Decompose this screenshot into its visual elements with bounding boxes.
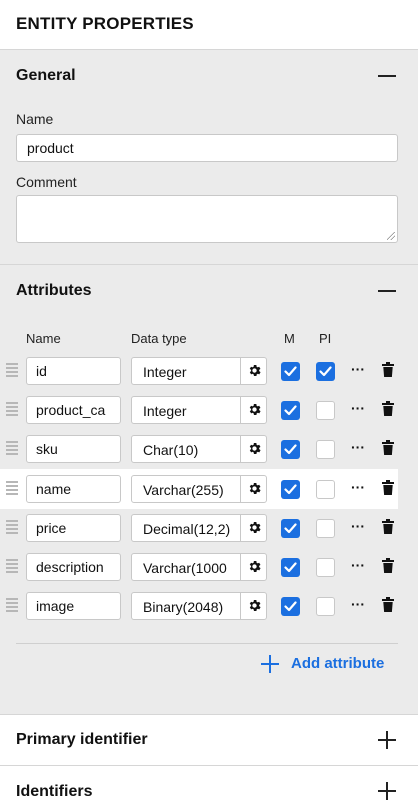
name-label: Name bbox=[16, 111, 54, 127]
more-options-icon[interactable]: ··· bbox=[350, 440, 366, 456]
more-options-icon[interactable]: ··· bbox=[350, 362, 366, 378]
delete-attribute-icon[interactable] bbox=[382, 479, 394, 500]
mandatory-checkbox[interactable] bbox=[281, 401, 300, 421]
delete-attribute-icon[interactable] bbox=[382, 401, 394, 421]
expand-primary-identifier-icon[interactable] bbox=[378, 731, 396, 749]
more-options-icon[interactable]: ··· bbox=[350, 597, 366, 613]
attribute-row: Varchar(1000 ··· bbox=[0, 547, 398, 587]
column-header-mandatory: M bbox=[284, 331, 295, 346]
section-divider bbox=[0, 765, 418, 766]
primary-identifier-checkbox[interactable] bbox=[316, 479, 335, 499]
delete-attribute-icon[interactable] bbox=[382, 362, 394, 382]
primary-identifier-checkbox[interactable] bbox=[316, 440, 335, 460]
resize-handle-icon[interactable] bbox=[387, 232, 395, 240]
primary-identifier-checkbox[interactable] bbox=[316, 597, 335, 617]
data-type-field[interactable]: Varchar(255) bbox=[131, 474, 267, 503]
data-type-field[interactable]: Decimal(12,2) bbox=[131, 513, 267, 542]
attribute-name-input[interactable] bbox=[26, 396, 121, 425]
data-type-settings-button[interactable] bbox=[240, 397, 267, 424]
attribute-row: Integer ··· bbox=[0, 390, 398, 430]
primary-identifier-checkbox[interactable] bbox=[316, 518, 335, 538]
data-type-value: Varchar(1000 bbox=[143, 560, 227, 576]
collapse-general-icon[interactable] bbox=[378, 75, 396, 77]
more-options-icon[interactable]: ··· bbox=[350, 480, 366, 496]
data-type-value: Char(10) bbox=[143, 442, 199, 459]
drag-handle-icon[interactable] bbox=[6, 363, 18, 379]
mandatory-checkbox[interactable] bbox=[281, 518, 300, 538]
data-type-field[interactable]: Char(10) bbox=[131, 435, 267, 464]
section-divider bbox=[0, 264, 418, 265]
attribute-name-input[interactable] bbox=[26, 513, 121, 542]
data-type-value: Integer bbox=[143, 403, 187, 420]
collapse-attributes-icon[interactable] bbox=[378, 290, 396, 292]
drag-handle-icon[interactable] bbox=[6, 480, 18, 497]
mandatory-checkbox[interactable] bbox=[281, 558, 300, 577]
panel-title: ENTITY PROPERTIES bbox=[16, 14, 194, 33]
data-type-value: Binary(2048) bbox=[143, 599, 224, 616]
comment-label: Comment bbox=[16, 174, 77, 190]
data-type-settings-button[interactable] bbox=[240, 358, 267, 384]
data-type-settings-button[interactable] bbox=[240, 436, 267, 463]
primary-identifier-checkbox[interactable] bbox=[316, 362, 335, 381]
attribute-row: Binary(2048) ··· bbox=[0, 586, 398, 626]
data-type-settings-button[interactable] bbox=[240, 514, 267, 541]
general-section-title: General bbox=[16, 67, 76, 84]
primary-identifier-checkbox[interactable] bbox=[316, 558, 335, 577]
data-type-value: Varchar(255) bbox=[143, 481, 224, 498]
more-options-icon[interactable]: ··· bbox=[350, 401, 366, 417]
identifiers-section-title: Identifiers bbox=[16, 783, 93, 800]
drag-handle-icon[interactable] bbox=[6, 598, 18, 615]
data-type-settings-button[interactable] bbox=[240, 593, 267, 620]
delete-attribute-icon[interactable] bbox=[382, 518, 394, 539]
primary-identifier-checkbox[interactable] bbox=[316, 401, 335, 421]
attributes-divider bbox=[16, 643, 398, 644]
comment-textarea[interactable] bbox=[16, 195, 398, 243]
drag-handle-icon[interactable] bbox=[6, 519, 18, 536]
attribute-row: Varchar(255) ··· bbox=[0, 468, 398, 509]
attribute-name-input[interactable] bbox=[26, 592, 121, 621]
attribute-name-input[interactable] bbox=[26, 553, 121, 581]
primary-identifier-section-title: Primary identifier bbox=[16, 731, 148, 748]
data-type-field[interactable]: Integer bbox=[131, 396, 267, 425]
entity-name-input[interactable] bbox=[16, 134, 398, 162]
drag-handle-icon[interactable] bbox=[6, 559, 18, 575]
data-type-settings-button[interactable] bbox=[240, 475, 267, 502]
attribute-name-input[interactable] bbox=[26, 435, 121, 464]
data-type-value: Integer bbox=[143, 364, 187, 380]
attribute-name-input[interactable] bbox=[26, 474, 121, 503]
data-type-settings-button[interactable] bbox=[240, 554, 267, 580]
mandatory-checkbox[interactable] bbox=[281, 479, 300, 499]
attribute-row: Char(10) ··· bbox=[0, 429, 398, 469]
column-header-name: Name bbox=[26, 331, 61, 346]
data-type-field[interactable]: Binary(2048) bbox=[131, 592, 267, 621]
drag-handle-icon[interactable] bbox=[6, 402, 18, 419]
drag-handle-icon[interactable] bbox=[6, 441, 18, 458]
column-header-primary: PI bbox=[319, 331, 332, 346]
more-options-icon[interactable]: ··· bbox=[350, 558, 366, 574]
expand-identifiers-icon[interactable] bbox=[378, 782, 396, 800]
attributes-section-title: Attributes bbox=[16, 282, 92, 299]
attribute-row: Integer ··· bbox=[0, 351, 398, 391]
section-divider bbox=[0, 714, 418, 715]
delete-attribute-icon[interactable] bbox=[382, 597, 394, 617]
data-type-value: Decimal(12,2) bbox=[143, 520, 231, 537]
attribute-row: Decimal(12,2) ··· bbox=[0, 508, 398, 548]
mandatory-checkbox[interactable] bbox=[281, 597, 300, 617]
add-attribute-label: Add attribute bbox=[291, 655, 385, 672]
more-options-icon[interactable]: ··· bbox=[350, 519, 366, 535]
panel-header: ENTITY PROPERTIES bbox=[0, 0, 418, 50]
column-header-data-type: Data type bbox=[131, 331, 187, 346]
data-type-field[interactable]: Varchar(1000 bbox=[131, 553, 267, 581]
data-type-field[interactable]: Integer bbox=[131, 357, 267, 385]
attribute-name-input[interactable] bbox=[26, 357, 121, 385]
mandatory-checkbox[interactable] bbox=[281, 362, 300, 381]
delete-attribute-icon[interactable] bbox=[382, 558, 394, 578]
delete-attribute-icon[interactable] bbox=[382, 440, 394, 460]
add-icon bbox=[261, 655, 279, 673]
mandatory-checkbox[interactable] bbox=[281, 440, 300, 460]
